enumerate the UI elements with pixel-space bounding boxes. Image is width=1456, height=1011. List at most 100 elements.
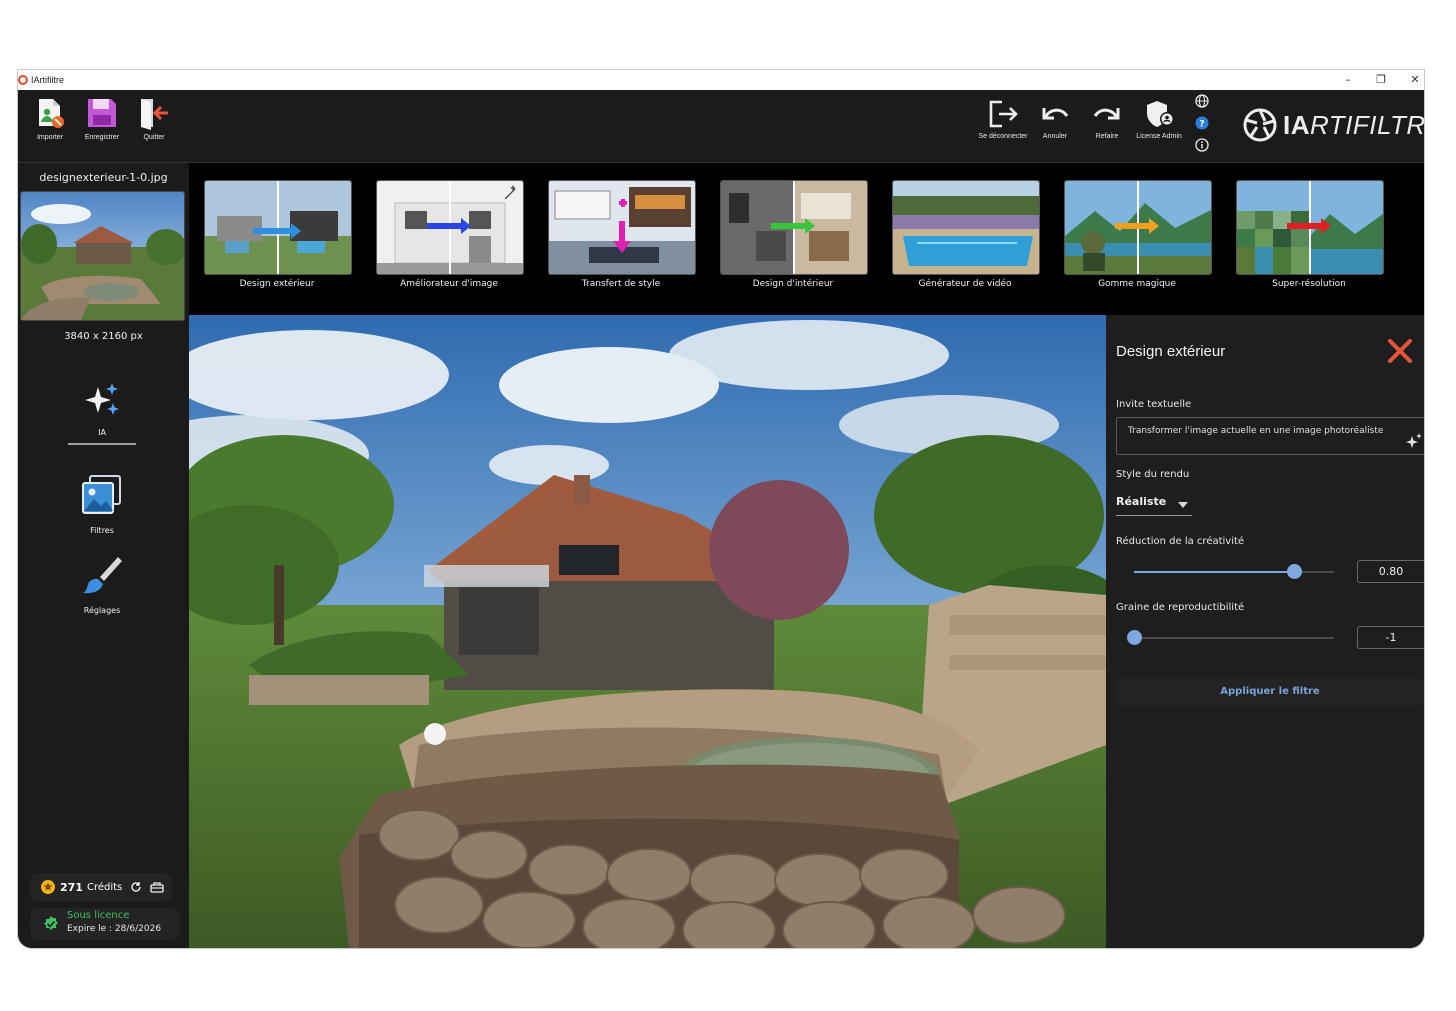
close-panel-icon[interactable] xyxy=(1386,337,1414,365)
redo-icon xyxy=(1093,108,1120,120)
images-icon xyxy=(82,475,121,514)
filter-card-ameliorateur[interactable]: Améliorateur d'image xyxy=(376,180,524,292)
help-icon[interactable]: ? xyxy=(1195,115,1209,130)
left-sidebar: designexterieur-1-0.jpg 3840 x 2160 px I… xyxy=(18,163,189,948)
quit-button[interactable]: Quitter xyxy=(128,96,180,154)
seed-value-input[interactable]: -1 xyxy=(1357,626,1424,649)
refresh-icon[interactable] xyxy=(130,881,142,893)
maximize-button[interactable]: ❐ xyxy=(1364,72,1398,88)
filter-card-design-interieur[interactable]: Design d'intérieur xyxy=(720,180,868,292)
filter-thumbnail xyxy=(204,180,352,275)
file-name: designexterieur-1-0.jpg xyxy=(39,171,168,184)
seed-label: Graine de reproductibilité xyxy=(1116,602,1245,613)
filter-card-design-exterieur[interactable]: Design extérieur xyxy=(204,180,352,292)
image-thumbnail[interactable] xyxy=(20,191,185,321)
apply-filter-button[interactable]: Appliquer le filtre xyxy=(1116,678,1424,706)
license-admin-button[interactable]: License Admin xyxy=(1130,98,1188,140)
filter-label: Gomme magique xyxy=(1098,279,1176,289)
window-title: IArtifiltre xyxy=(31,75,65,85)
sidebar-tool-ia[interactable]: IA xyxy=(68,381,136,445)
svg-text:?: ? xyxy=(1199,120,1204,130)
undo-icon xyxy=(1042,108,1069,120)
app-logo-icon xyxy=(18,75,28,85)
filter-thumbnail xyxy=(376,180,524,275)
filter-thumbnail xyxy=(1236,180,1384,275)
undo-button[interactable]: Annuler xyxy=(1026,98,1084,140)
style-select-value: Réaliste xyxy=(1116,495,1167,508)
prompt-value: Transformer l'image actuelle en une imag… xyxy=(1128,426,1384,436)
sidebar-tool-reglages-label: Réglages xyxy=(83,606,121,615)
logout-icon xyxy=(989,100,1018,128)
creativity-label: Réduction de la créativité xyxy=(1116,536,1245,547)
main-image-canvas[interactable] xyxy=(189,315,1106,948)
sidebar-tool-filtres[interactable]: Filtres xyxy=(68,473,136,535)
license-admin-label: License Admin xyxy=(1136,133,1182,140)
globe-icon[interactable] xyxy=(1195,93,1209,108)
sidebar-tool-ia-label: IA xyxy=(98,428,106,437)
exit-door-icon xyxy=(141,99,168,130)
credits-label: Crédits xyxy=(86,881,123,893)
mini-icons: ? xyxy=(1195,93,1213,159)
filter-label: Améliorateur d'image xyxy=(400,279,498,289)
logout-label: Se déconnecter xyxy=(978,133,1028,140)
aperture-logo-icon xyxy=(1243,108,1277,142)
style-label: Style du rendu xyxy=(1116,469,1190,480)
sidebar-tool-reglages[interactable]: Réglages xyxy=(68,553,136,615)
filter-thumbnail xyxy=(892,180,1040,275)
app-window: IArtifiltre – ❐ ✕ Importer Enregistrer Q… xyxy=(18,70,1424,948)
save-button[interactable]: Enregistrer xyxy=(76,96,128,154)
quit-label: Quitter xyxy=(143,134,165,141)
panel-title: Design extérieur xyxy=(1116,343,1226,360)
license-expiry: Expire le : 28/6/2026 xyxy=(67,924,162,934)
brand-logo: IARTIFILTRE xyxy=(1243,107,1424,143)
image-dimensions: 3840 x 2160 px xyxy=(64,331,143,342)
prompt-label: Invite textuelle xyxy=(1116,399,1192,410)
minimize-button[interactable]: – xyxy=(1331,72,1365,88)
import-button[interactable]: Importer xyxy=(24,96,76,154)
redo-button[interactable]: Refaire xyxy=(1078,98,1136,140)
filter-thumbnail xyxy=(720,180,868,275)
filter-card-gomme-magique[interactable]: Gomme magique xyxy=(1064,180,1212,292)
creativity-slider-handle[interactable] xyxy=(1287,564,1302,579)
filter-card-generateur-video[interactable]: Générateur de vidéo xyxy=(892,180,1040,292)
verified-check-icon xyxy=(44,916,58,930)
close-window-button[interactable]: ✕ xyxy=(1398,72,1424,88)
undo-label: Annuler xyxy=(1042,133,1068,140)
sparkles-icon xyxy=(85,383,119,415)
credits-box: 271 Crédits xyxy=(30,873,172,901)
brand-text: IARTIFILTRE xyxy=(1283,109,1424,140)
redo-label: Refaire xyxy=(1095,133,1119,140)
sidebar-tool-filtres-label: Filtres xyxy=(90,526,114,535)
filter-card-super-resolution[interactable]: Super-résolution xyxy=(1236,180,1384,292)
filter-label: Design extérieur xyxy=(239,279,315,289)
creativity-value-input[interactable]: 0.80 xyxy=(1357,560,1424,583)
credits-count: 271 xyxy=(60,880,83,894)
coin-star-icon xyxy=(41,880,55,894)
filter-card-transfert-style[interactable]: Transfert de style xyxy=(548,180,696,292)
filter-settings-panel: Design extérieur Invite textuelle Transf… xyxy=(1106,315,1424,948)
info-icon[interactable] xyxy=(1195,137,1209,152)
prompt-input[interactable]: Transformer l'image actuelle en une imag… xyxy=(1116,417,1424,455)
shop-icon[interactable] xyxy=(150,881,164,893)
sparkles-icon[interactable] xyxy=(1406,433,1422,449)
license-status: Sous licence xyxy=(67,910,130,921)
style-select[interactable]: Réaliste xyxy=(1116,495,1192,516)
save-label: Enregistrer xyxy=(84,134,120,141)
filter-thumbnail xyxy=(548,180,696,275)
seed-slider[interactable] xyxy=(1127,630,1334,645)
top-toolbar: Importer Enregistrer Quitter Se déconnec… xyxy=(18,90,1424,163)
filter-label: Super-résolution xyxy=(1272,279,1346,289)
filter-thumbnail xyxy=(1064,180,1212,275)
title-bar: IArtifiltre – ❐ ✕ xyxy=(18,70,1424,91)
filter-label: Transfert de style xyxy=(581,279,661,289)
logout-button[interactable]: Se déconnecter xyxy=(974,98,1032,140)
chevron-down-icon xyxy=(1178,502,1188,508)
filter-strip: Design extérieur Améliorateur d'image Tr… xyxy=(189,163,1424,315)
creativity-slider-fill xyxy=(1134,571,1294,573)
paintbrush-icon xyxy=(83,557,122,594)
creativity-slider[interactable] xyxy=(1134,564,1334,579)
floppy-disk-icon xyxy=(88,99,116,127)
shield-user-icon xyxy=(1147,101,1174,127)
license-box: Sous licence Expire le : 28/6/2026 xyxy=(30,908,180,940)
seed-slider-handle[interactable] xyxy=(1127,630,1142,645)
